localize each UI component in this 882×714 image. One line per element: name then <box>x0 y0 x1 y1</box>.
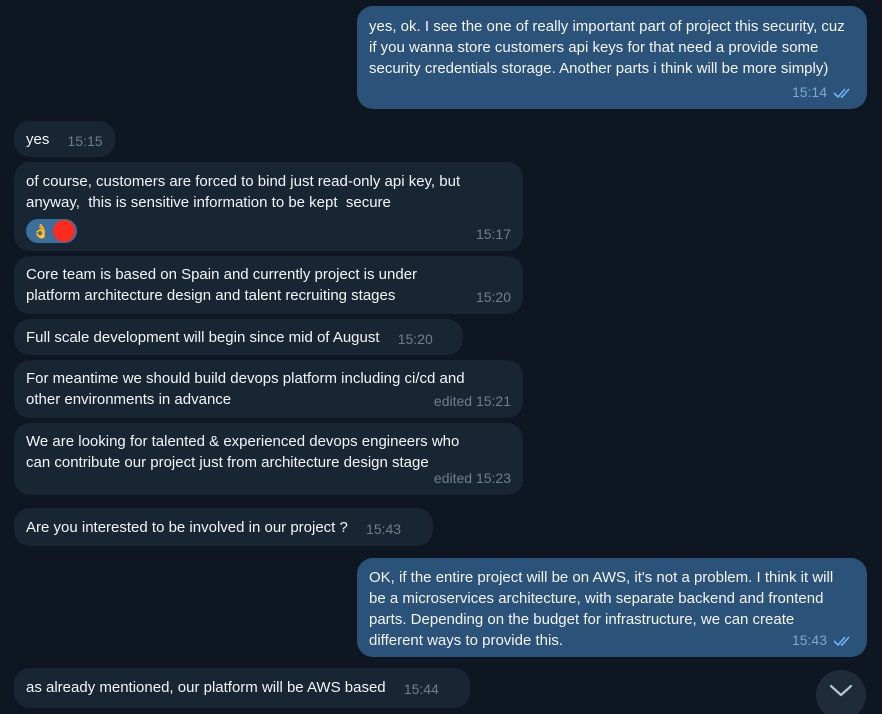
message-text: of course, customers are forced to bind … <box>26 173 465 211</box>
message-time: edited 15:21 <box>433 393 511 409</box>
message-meta: 15:43 <box>792 630 855 651</box>
double-check-icon <box>833 635 855 647</box>
message-text: Core team is based on Spain and currentl… <box>26 266 422 304</box>
message-text: Are you interested to be involved in our… <box>26 519 348 536</box>
message-time: 15:20 <box>397 331 433 347</box>
message-incoming[interactable]: Are you interested to be involved in our… <box>14 508 433 546</box>
message-time: 15:43 <box>366 521 402 537</box>
message-time: 15:43 <box>791 632 827 648</box>
scroll-down-button[interactable] <box>816 670 866 714</box>
message-meta: edited 15:23 <box>434 468 511 489</box>
message-incoming[interactable]: We are looking for talented & experience… <box>14 423 523 495</box>
message-outgoing[interactable]: yes, ok. I see the one of really importa… <box>357 6 867 109</box>
message-meta: edited 15:21 <box>434 391 511 412</box>
message-time: 15:20 <box>475 289 511 305</box>
message-text: We are looking for talented & experience… <box>26 433 464 471</box>
message-meta: 15:20 <box>476 287 511 308</box>
double-check-icon <box>833 87 855 99</box>
message-text: as already mentioned, our platform will … <box>26 679 386 696</box>
ok-hand-emoji-icon: 👌 <box>32 223 50 239</box>
message-meta: 15:17 <box>476 224 511 245</box>
message-incoming[interactable]: yes 15:15 <box>14 121 115 157</box>
chevron-down-icon <box>829 684 853 703</box>
message-incoming[interactable]: of course, customers are forced to bind … <box>14 162 523 251</box>
message-incoming[interactable]: For meantime we should build devops plat… <box>14 360 523 418</box>
message-outgoing[interactable]: OK, if the entire project will be on AWS… <box>357 558 867 657</box>
message-text: OK, if the entire project will be on AWS… <box>369 569 838 649</box>
message-text: yes <box>26 131 50 148</box>
message-time: edited 15:23 <box>433 470 511 486</box>
message-time: 15:15 <box>67 133 103 149</box>
message-time: 15:14 <box>791 84 827 100</box>
message-reaction[interactable]: 👌 <box>26 219 78 243</box>
message-incoming[interactable]: as already mentioned, our platform will … <box>14 668 470 708</box>
message-time: 15:17 <box>475 226 511 242</box>
chat-window: yes, ok. I see the one of really importa… <box>0 0 882 714</box>
message-incoming[interactable]: Full scale development will begin since … <box>14 319 463 355</box>
message-incoming[interactable]: Core team is based on Spain and currentl… <box>14 256 523 314</box>
message-time: 15:44 <box>403 681 439 697</box>
reactor-avatar <box>53 220 76 242</box>
message-text: yes, ok. I see the one of really importa… <box>369 18 849 77</box>
message-text: Full scale development will begin since … <box>26 329 380 346</box>
message-meta: 15:14 <box>792 82 855 103</box>
